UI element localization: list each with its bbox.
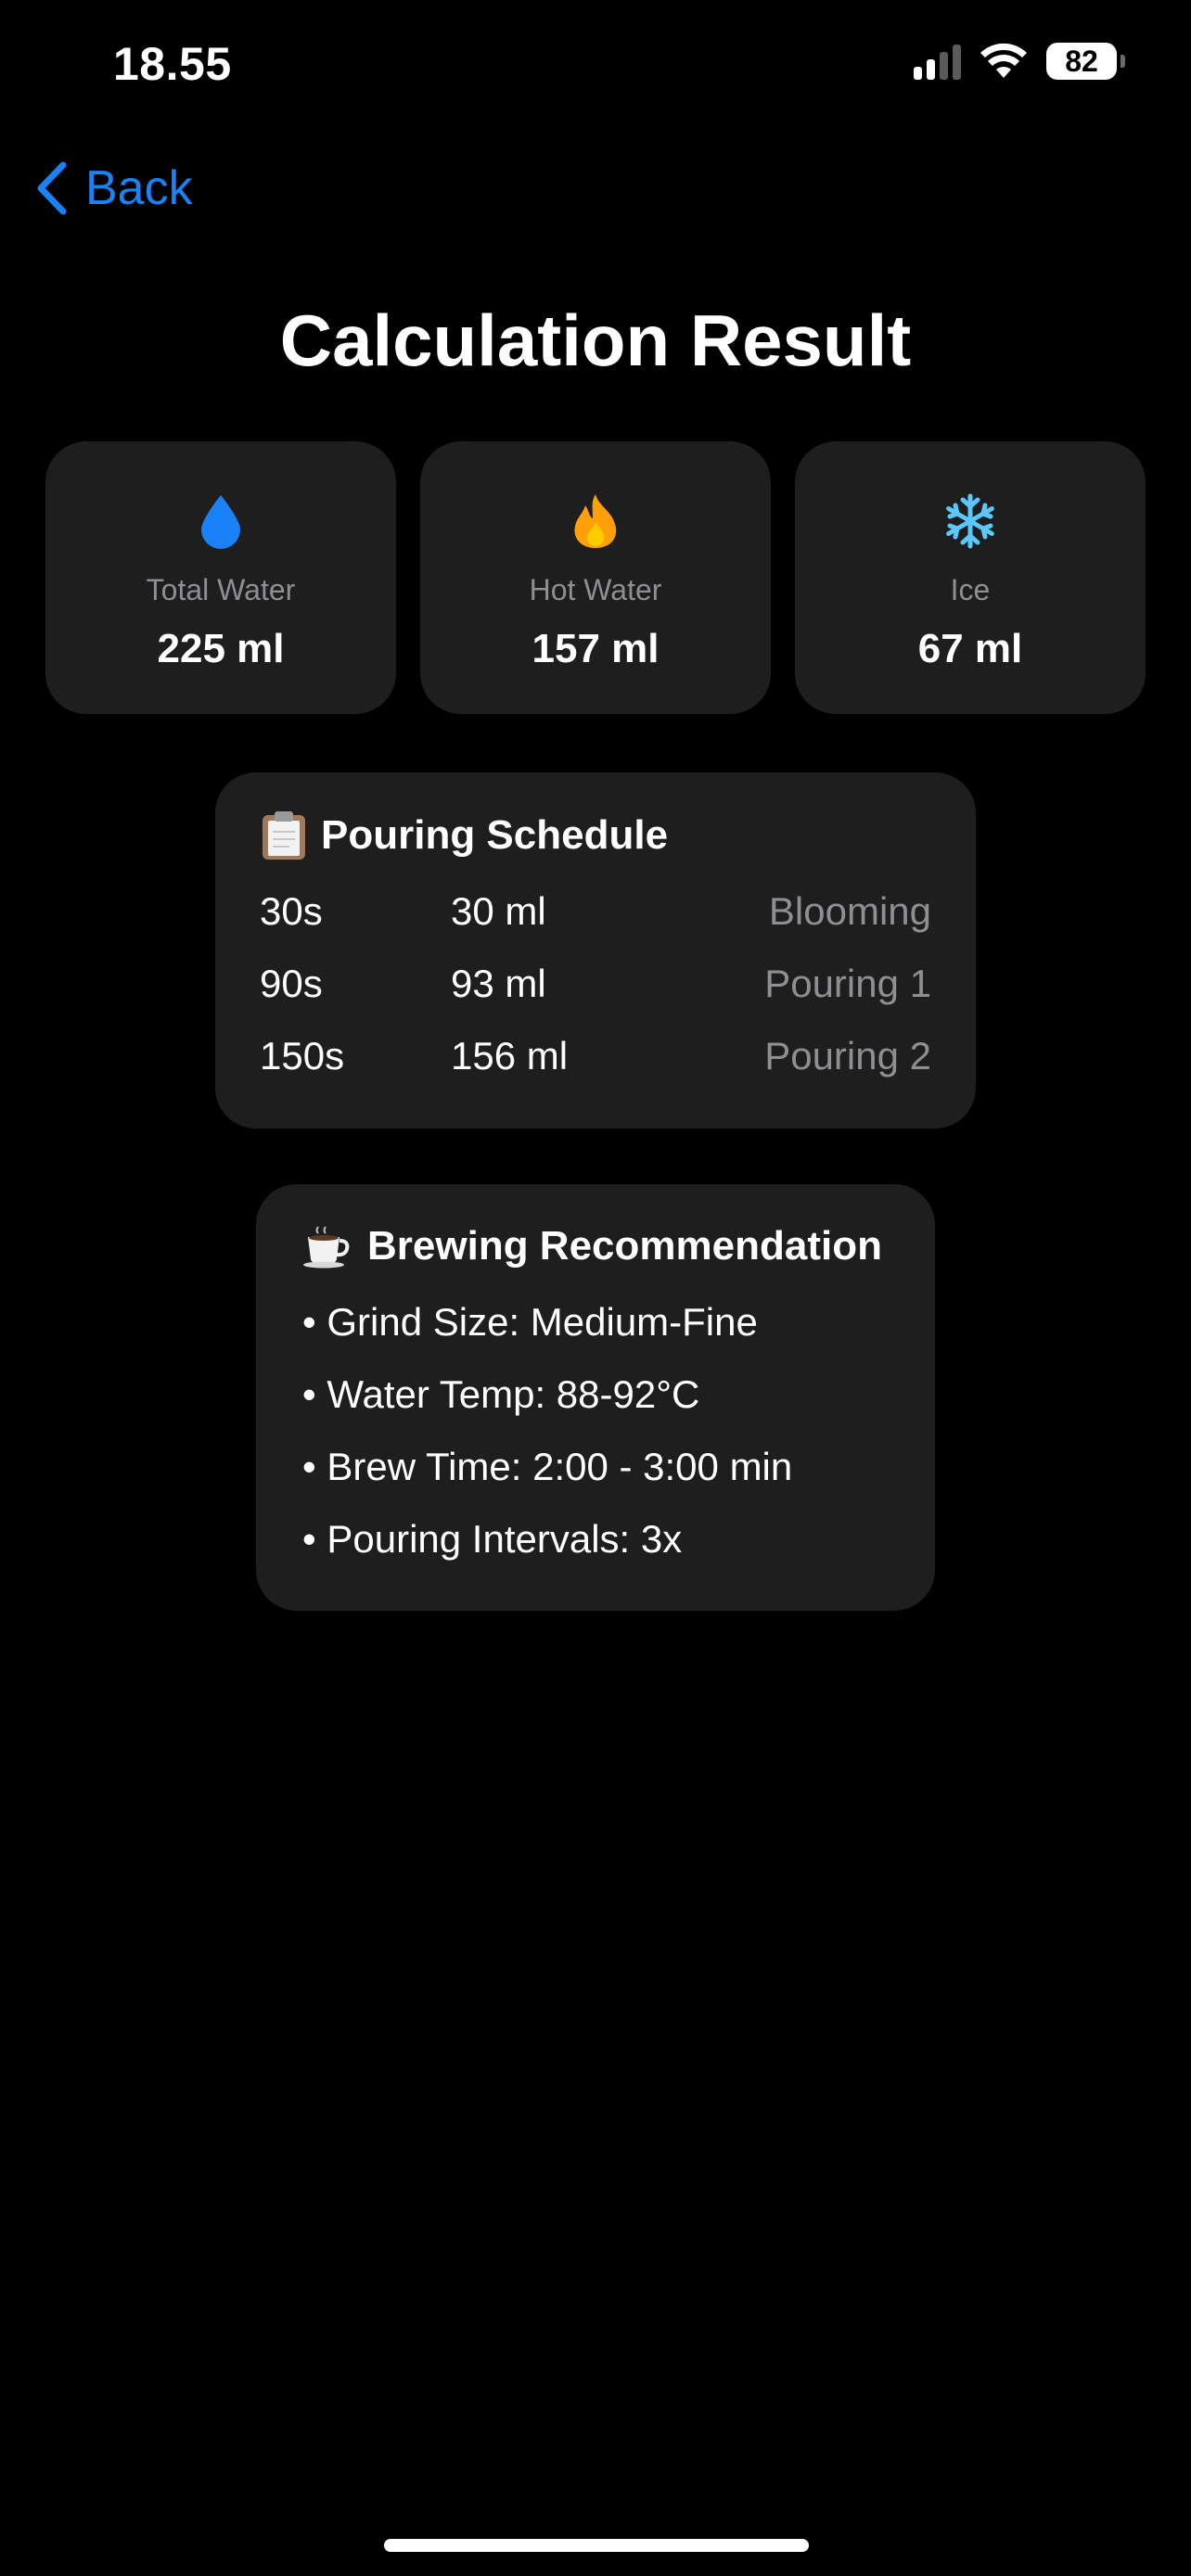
battery-icon: 82 <box>1046 43 1125 80</box>
stat-value: 225 ml <box>157 626 285 671</box>
stat-value: 67 ml <box>917 626 1023 671</box>
stat-label: Total Water <box>146 573 296 606</box>
battery-level: 82 <box>1065 44 1098 78</box>
schedule-phase: Pouring 2 <box>764 1034 931 1078</box>
brewing-recommendation-card: Brewing Recommendation • Grind Size: Med… <box>256 1184 935 1611</box>
water-drop-icon <box>199 491 242 551</box>
schedule-table: 30s 30 ml Blooming 90s 93 ml Pouring 1 1… <box>215 889 976 1106</box>
list-item: • Grind Size: Medium-Fine <box>302 1300 758 1344</box>
brewing-recommendation-header: Brewing Recommendation <box>302 1223 882 1269</box>
pouring-schedule-card: Pouring Schedule 30s 30 ml Blooming 90s … <box>215 772 976 1129</box>
cellular-signal-icon <box>914 43 961 80</box>
wifi-icon <box>980 43 1027 78</box>
back-button[interactable]: Back <box>33 159 193 217</box>
schedule-time: 90s <box>260 962 323 1005</box>
schedule-phase: Blooming <box>768 889 931 933</box>
schedule-row: 30s 30 ml Blooming <box>215 889 976 962</box>
stat-label: Ice <box>950 573 991 606</box>
status-time: 18.55 <box>113 38 232 90</box>
pouring-schedule-header: Pouring Schedule <box>260 810 668 861</box>
fire-icon <box>570 491 621 551</box>
status-icons: 82 <box>914 43 1125 80</box>
coffee-cup-icon <box>303 1226 350 1269</box>
home-indicator[interactable] <box>384 2539 809 2552</box>
pouring-schedule-title: Pouring Schedule <box>321 812 669 858</box>
list-item: • Brew Time: 2:00 - 3:00 min <box>302 1445 793 1488</box>
total-water-card: Total Water 225 ml <box>45 441 396 714</box>
schedule-row: 150s 156 ml Pouring 2 <box>215 1034 976 1106</box>
page-title: Calculation Result <box>279 300 912 381</box>
schedule-amount: 30 ml <box>451 889 546 933</box>
chevron-left-icon <box>37 161 67 215</box>
clipboard-icon <box>263 811 305 860</box>
schedule-time: 150s <box>260 1034 345 1078</box>
stat-label: Hot Water <box>529 573 662 606</box>
ice-card: Ice 67 ml <box>795 441 1146 714</box>
snowflake-icon <box>942 491 998 551</box>
schedule-amount: 93 ml <box>451 962 546 1005</box>
hot-water-card: Hot Water 157 ml <box>420 441 771 714</box>
stat-value: 157 ml <box>531 626 660 671</box>
brewing-recommendation-title: Brewing Recommendation <box>367 1223 882 1269</box>
schedule-amount: 156 ml <box>451 1034 569 1078</box>
schedule-phase: Pouring 1 <box>764 962 931 1005</box>
back-label: Back <box>85 161 193 215</box>
calculation-result-screen: 18.55 82 Back Calculation Result Total W… <box>0 0 1191 2576</box>
schedule-row: 90s 93 ml Pouring 1 <box>215 962 976 1034</box>
recommendation-list: • Grind Size: Medium-Fine • Water Temp: … <box>302 1300 792 1589</box>
list-item: • Pouring Intervals: 3x <box>302 1517 683 1561</box>
list-item: • Water Temp: 88-92°C <box>302 1372 700 1416</box>
schedule-time: 30s <box>260 889 323 933</box>
